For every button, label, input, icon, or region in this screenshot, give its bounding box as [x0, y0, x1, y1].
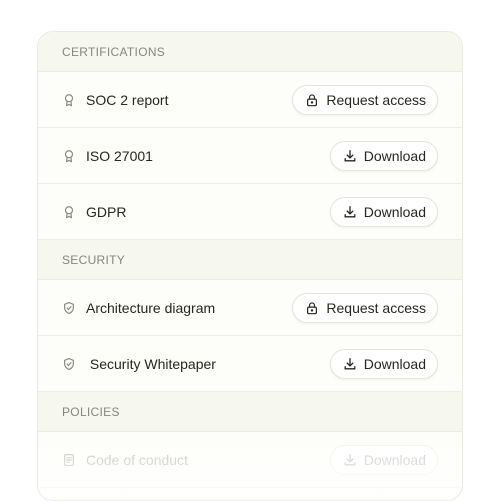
download-icon	[343, 205, 357, 219]
request-access-button[interactable]: Request access	[292, 84, 438, 115]
trust-center-card: CERTIFICATIONS SOC 2 report Request acce…	[37, 31, 463, 501]
item-label: ISO 27001	[86, 147, 153, 164]
lock-icon	[305, 93, 319, 107]
award-icon	[62, 149, 76, 163]
shield-icon	[62, 301, 76, 315]
shield-icon	[62, 357, 76, 371]
download-icon	[343, 453, 357, 467]
button-label: Request access	[326, 91, 426, 108]
item-label: GDPR	[86, 203, 127, 220]
list-item-architecture-diagram: Architecture diagram Request access	[38, 280, 462, 336]
document-icon	[62, 453, 76, 467]
award-icon	[62, 93, 76, 107]
section-header-policies: POLICIES	[38, 392, 462, 432]
button-label: Download	[363, 451, 426, 468]
list-item-security-whitepaper: Security Whitepaper Download	[38, 336, 462, 392]
item-label: Architecture diagram	[86, 299, 216, 316]
download-icon	[343, 357, 357, 371]
button-label: Request access	[326, 299, 426, 316]
button-label: Download	[363, 203, 426, 220]
item-label: Code of conduct	[86, 451, 188, 468]
download-icon	[343, 149, 357, 163]
button-label: Download	[363, 147, 426, 164]
button-label: Download	[363, 355, 426, 372]
lock-icon	[305, 301, 319, 315]
item-label: Security Whitepaper	[86, 355, 216, 372]
download-button[interactable]: Download	[329, 196, 438, 227]
download-button[interactable]: Download	[329, 444, 438, 475]
list-item-gdpr: GDPR Download	[38, 184, 462, 240]
list-item-soc2: SOC 2 report Request access	[38, 72, 462, 128]
download-button[interactable]: Download	[329, 140, 438, 171]
request-access-button[interactable]: Request access	[292, 292, 438, 323]
list-item-iso27001: ISO 27001 Download	[38, 128, 462, 184]
item-label: SOC 2 report	[86, 91, 169, 108]
award-icon	[62, 205, 76, 219]
list-item-code-of-conduct: Code of conduct Download	[38, 432, 462, 488]
section-header-security: SECURITY	[38, 240, 462, 280]
section-header-certifications: CERTIFICATIONS	[38, 32, 462, 72]
download-button[interactable]: Download	[329, 348, 438, 379]
